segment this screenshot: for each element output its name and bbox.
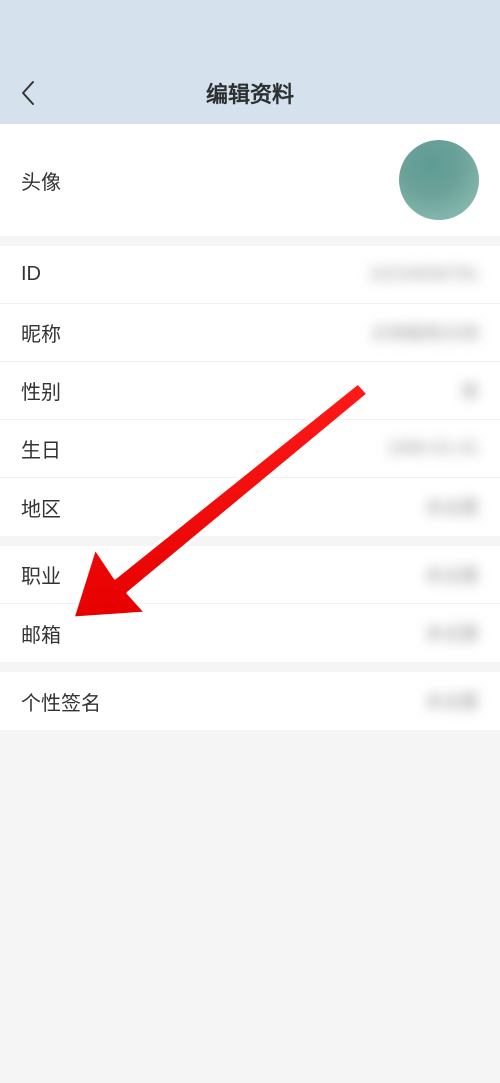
row-region[interactable]: 地区 未设置 [0, 478, 500, 536]
row-value: 未设置 [425, 562, 479, 588]
section-gap [0, 236, 500, 246]
chevron-left-icon [20, 79, 36, 107]
back-button[interactable] [20, 79, 36, 107]
row-id[interactable]: ID 10234056781 [0, 246, 500, 304]
row-signature[interactable]: 个性签名 未设置 [0, 672, 500, 730]
row-value: 未设置 [425, 688, 479, 714]
row-value: 未设置 [425, 620, 479, 646]
row-birthday[interactable]: 生日 1990-01-01 [0, 420, 500, 478]
row-occupation[interactable]: 职业 未设置 [0, 546, 500, 604]
header-bar: 编辑资料 [0, 62, 500, 124]
page-title: 编辑资料 [0, 77, 500, 109]
profile-group-basic: ID 10234056781 昵称 示例昵称示例 性别 男 生日 1990-01… [0, 246, 500, 536]
status-bar [0, 0, 500, 62]
row-label: 地区 [21, 493, 61, 522]
row-label: 个性签名 [21, 687, 101, 716]
row-gender[interactable]: 性别 男 [0, 362, 500, 420]
avatar-row[interactable]: 头像 [0, 124, 500, 236]
avatar-label: 头像 [21, 166, 61, 195]
avatar-image [399, 140, 479, 220]
row-value: 男 [461, 378, 479, 404]
row-value: 未设置 [425, 494, 479, 520]
row-label: 昵称 [21, 318, 61, 347]
row-nickname[interactable]: 昵称 示例昵称示例 [0, 304, 500, 362]
row-value: 示例昵称示例 [371, 320, 479, 346]
row-value: 1990-01-01 [387, 438, 479, 459]
row-label: 邮箱 [21, 619, 61, 648]
row-label: 生日 [21, 434, 61, 463]
row-email[interactable]: 邮箱 未设置 [0, 604, 500, 662]
row-label: ID [21, 263, 41, 286]
profile-group-contact: 职业 未设置 邮箱 未设置 [0, 546, 500, 662]
profile-group-signature: 个性签名 未设置 [0, 672, 500, 730]
row-label: 性别 [21, 376, 61, 405]
row-value: 10234056781 [369, 264, 479, 285]
section-gap [0, 536, 500, 546]
section-gap [0, 662, 500, 672]
row-label: 职业 [21, 560, 61, 589]
